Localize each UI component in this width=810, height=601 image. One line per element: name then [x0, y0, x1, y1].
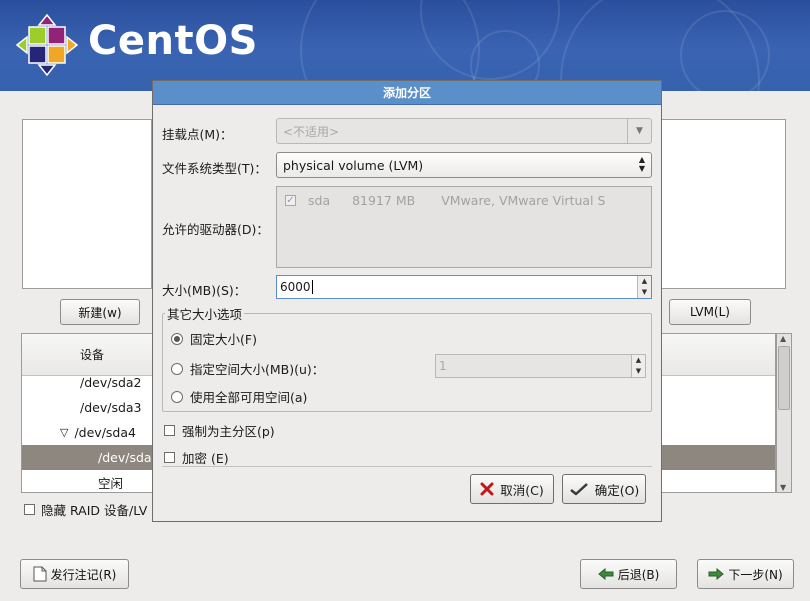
dialog-title-bar[interactable]: 添加分区	[153, 81, 661, 105]
tree-row-label: /dev/sda	[98, 450, 152, 465]
radio-dot[interactable]	[171, 390, 183, 403]
encrypt-checkbox[interactable]: 加密 (E)	[164, 448, 229, 467]
fs-type-select[interactable]: physical volume (LVM) ▲ ▼	[276, 152, 652, 178]
hide-raid-checkbox[interactable]: 隐藏 RAID 设备/LV	[24, 500, 152, 519]
drive-checkbox[interactable]: ✓	[285, 195, 296, 206]
chevron-down-icon: ▼	[627, 119, 651, 143]
ok-check-icon	[569, 483, 588, 496]
scroll-up-icon[interactable]: ▲	[780, 334, 786, 343]
fill-all-radio[interactable]: 使用全部可用空间(a)	[171, 387, 307, 406]
tree-row-label: /dev/sda3	[80, 400, 142, 415]
checkbox-box[interactable]	[164, 452, 175, 463]
mount-point-label: 挂载点(M)：	[162, 127, 233, 142]
fill-max-radio[interactable]: 指定空间大小(MB)(u)：	[171, 359, 324, 378]
tree-row-label: /dev/sda2	[80, 375, 142, 390]
device-header-label: 设备	[80, 348, 105, 362]
tree-row[interactable]: /dev/sda3	[22, 395, 160, 420]
release-notes-button[interactable]: 发行注记(R)	[20, 559, 129, 589]
force-primary-label: 强制为主分区(p)	[182, 424, 275, 439]
device-tree-right	[660, 333, 776, 493]
allowed-drives-list[interactable]: ✓ sda 81917 MB VMware, VMware Virtual S	[276, 186, 652, 268]
expander-icon[interactable]: ▽	[60, 426, 68, 439]
checkbox-box[interactable]	[164, 425, 175, 436]
fixed-size-radio[interactable]: 固定大小(F)	[171, 329, 257, 348]
device-tree-scrollbar[interactable]: ▲ ▼	[776, 333, 792, 493]
encrypt-label: 加密 (E)	[182, 451, 229, 466]
lvm-label: LVM(L)	[690, 305, 730, 319]
add-partition-dialog: 添加分区 挂载点(M)： <不适用> ▼ 文件系统类型(T)： physical…	[152, 80, 662, 522]
tree-row-selected[interactable]: /dev/sda	[22, 445, 160, 470]
select-updown-icon: ▲ ▼	[638, 155, 645, 173]
fill-all-label: 使用全部可用空间(a)	[190, 390, 308, 405]
checkbox-box[interactable]	[24, 504, 35, 515]
mount-point-combo[interactable]: <不适用> ▼	[276, 118, 652, 144]
tree-row[interactable]: 空闲	[22, 470, 160, 492]
fill-max-label: 指定空间大小(MB)(u)：	[190, 362, 325, 377]
ok-button[interactable]: 确定(O)	[562, 474, 646, 504]
next-arrow-icon	[708, 568, 725, 580]
partition-graph-area	[22, 119, 152, 289]
radio-dot[interactable]	[171, 332, 183, 345]
allowed-drives-label: 允许的驱动器(D)：	[162, 222, 269, 237]
back-arrow-icon	[597, 568, 614, 580]
tree-row-label: 空闲	[98, 476, 124, 491]
back-label: 后退(B)	[617, 567, 660, 582]
centos-wordmark: CentOS	[88, 18, 258, 64]
new-partition-button[interactable]: 新建(w)	[60, 299, 140, 325]
size-label: 大小(MB)(S)：	[162, 283, 247, 298]
partition-graph-area-right	[660, 119, 786, 289]
dialog-title: 添加分区	[382, 86, 431, 100]
cancel-label: 取消(C)	[500, 482, 544, 498]
centos-banner: CentOS	[0, 0, 810, 91]
size-spinbox[interactable]: 6000 ▲ ▼	[276, 275, 652, 299]
force-primary-checkbox[interactable]: 强制为主分区(p)	[164, 421, 275, 440]
dialog-separator	[162, 466, 652, 467]
drive-row-sda[interactable]: ✓ sda 81917 MB VMware, VMware Virtual S	[285, 193, 605, 208]
tree-row[interactable]: ▽ /dev/sda4	[22, 420, 160, 445]
centos-logo-icon	[15, 13, 79, 77]
cancel-button[interactable]: 取消(C)	[470, 474, 554, 504]
hide-raid-label: 隐藏 RAID 设备/LV	[41, 503, 148, 518]
max-size-value: 1	[439, 359, 447, 373]
fixed-size-label: 固定大小(F)	[190, 332, 257, 347]
release-notes-label: 发行注记(R)	[50, 567, 117, 582]
text-caret	[311, 280, 313, 294]
drive-name: sda	[308, 193, 331, 208]
lvm-button[interactable]: LVM(L)	[669, 299, 751, 325]
cancel-x-icon	[480, 482, 494, 496]
size-value: 6000	[280, 280, 311, 294]
next-label: 下一步(N)	[728, 567, 783, 582]
mount-point-value: <不适用>	[283, 124, 340, 139]
device-tree[interactable]: 设备 /dev/sda2 /dev/sda3 ▽ /dev/sda4 /dev/…	[21, 333, 161, 493]
spin-arrows-icon[interactable]: ▲ ▼	[631, 355, 645, 377]
ok-label: 确定(O)	[594, 482, 640, 498]
max-size-spinbox[interactable]: 1 ▲ ▼	[435, 354, 646, 378]
next-button[interactable]: 下一步(N)	[697, 559, 794, 589]
spin-arrows-icon[interactable]: ▲ ▼	[637, 276, 651, 298]
back-button[interactable]: 后退(B)	[580, 559, 677, 589]
size-options-legend: 其它大小选项	[165, 304, 245, 323]
scroll-thumb[interactable]	[778, 346, 790, 410]
fs-type-label: 文件系统类型(T)：	[162, 161, 267, 176]
drive-model: VMware, VMware Virtual S	[441, 193, 606, 208]
scroll-down-icon[interactable]: ▼	[780, 483, 786, 492]
tree-row-label: /dev/sda4	[74, 425, 136, 440]
new-partition-label: 新建(w)	[78, 305, 122, 320]
fs-type-value: physical volume (LVM)	[283, 157, 424, 173]
drive-size: 81917 MB	[352, 193, 416, 208]
tree-row[interactable]: /dev/sda2	[22, 370, 160, 395]
document-icon	[33, 566, 47, 582]
radio-dot[interactable]	[171, 362, 183, 375]
